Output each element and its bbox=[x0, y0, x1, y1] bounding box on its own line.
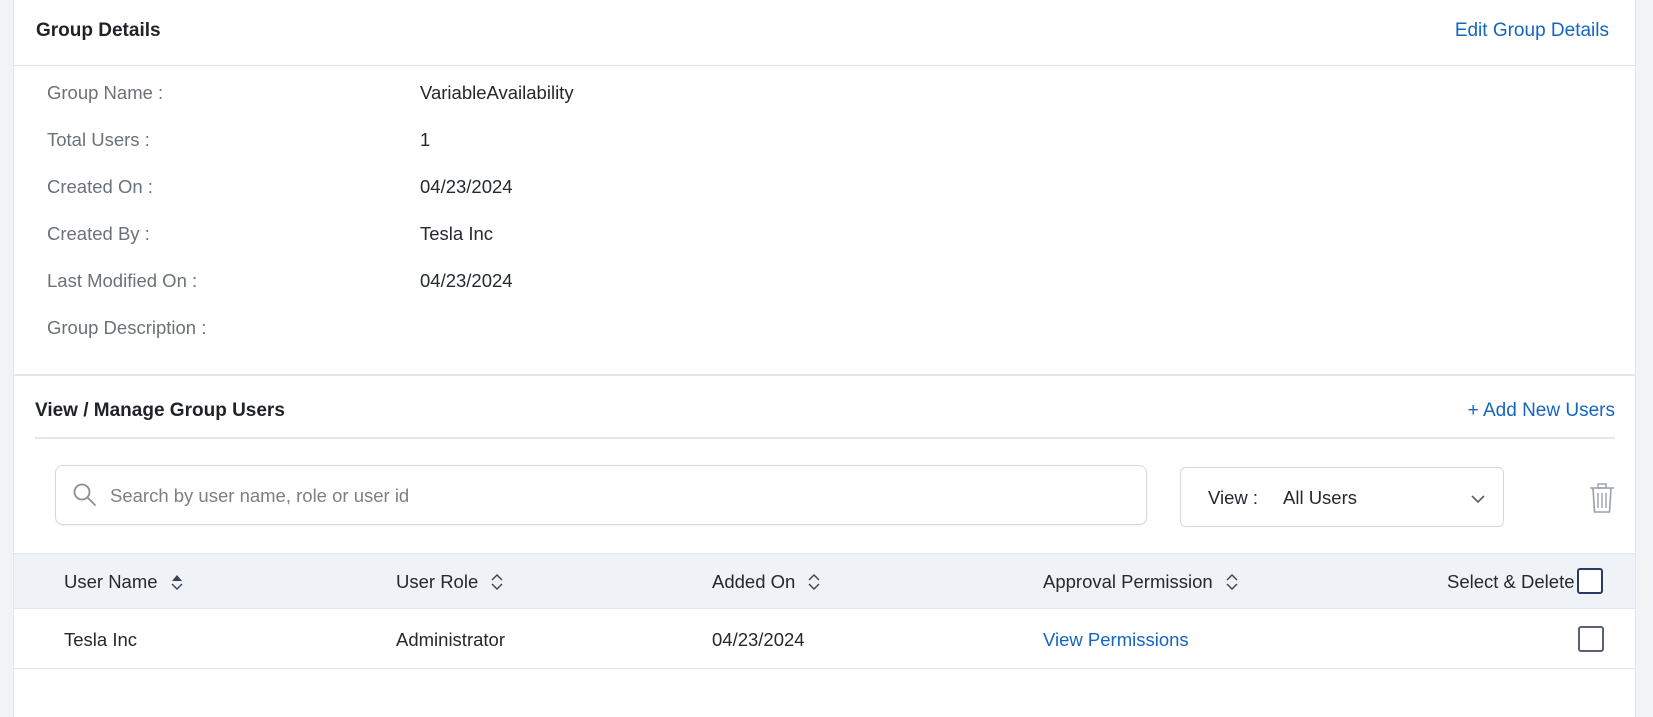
table-row: Tesla Inc Administrator 04/23/2024 View … bbox=[14, 609, 1635, 669]
group-details-list: Group Name : VariableAvailability Total … bbox=[14, 66, 1635, 376]
detail-row-last-modified-on: Last Modified On : 04/23/2024 bbox=[14, 270, 1635, 300]
manage-users-header: View / Manage Group Users + Add New User… bbox=[35, 377, 1615, 439]
detail-value: 1 bbox=[420, 129, 431, 150]
column-header-label: User Role bbox=[396, 571, 479, 592]
column-header-user-role[interactable]: User Role bbox=[396, 571, 504, 593]
detail-row-total-users: Total Users : 1 bbox=[14, 129, 1635, 159]
view-filter-select[interactable]: View : All Users bbox=[1180, 467, 1504, 527]
select-all-checkbox[interactable] bbox=[1577, 568, 1603, 594]
chevron-down-icon bbox=[1471, 495, 1485, 504]
detail-row-created-on: Created On : 04/23/2024 bbox=[14, 176, 1635, 206]
table-header-row: User Name User Role Added On Approval Pe… bbox=[14, 553, 1635, 609]
group-details-panel: Group Details Edit Group Details Group N… bbox=[13, 0, 1636, 717]
cell-user-role: Administrator bbox=[396, 629, 505, 650]
trash-icon[interactable] bbox=[1588, 482, 1616, 514]
detail-row-group-description: Group Description : bbox=[14, 317, 1635, 347]
detail-row-group-name: Group Name : VariableAvailability bbox=[14, 82, 1635, 112]
group-details-title: Group Details bbox=[36, 20, 161, 41]
detail-value: 04/23/2024 bbox=[420, 270, 513, 291]
column-header-label: Added On bbox=[712, 571, 796, 592]
detail-row-created-by: Created By : Tesla Inc bbox=[14, 223, 1635, 253]
detail-value: 04/23/2024 bbox=[420, 176, 513, 197]
detail-label: Created On : bbox=[47, 176, 153, 197]
detail-value: Tesla Inc bbox=[420, 223, 494, 244]
sort-icon[interactable] bbox=[490, 573, 504, 591]
column-header-user-name[interactable]: User Name bbox=[64, 571, 184, 593]
column-header-added-on[interactable]: Added On bbox=[712, 571, 821, 593]
column-header-label: Select & Delete bbox=[1447, 571, 1575, 592]
search-icon bbox=[73, 483, 96, 506]
group-details-header: Group Details Edit Group Details bbox=[14, 0, 1635, 66]
detail-label: Group Name : bbox=[47, 82, 164, 103]
column-header-label: Approval Permission bbox=[1043, 571, 1213, 592]
view-filter-value: All Users bbox=[1283, 487, 1358, 508]
column-header-approval-permission[interactable]: Approval Permission bbox=[1043, 571, 1239, 593]
detail-value: VariableAvailability bbox=[420, 82, 574, 103]
sort-icon[interactable] bbox=[170, 573, 184, 591]
detail-label: Total Users : bbox=[47, 129, 150, 150]
detail-label: Last Modified On : bbox=[47, 270, 198, 291]
cell-added-on: 04/23/2024 bbox=[712, 629, 805, 650]
sort-icon[interactable] bbox=[1225, 573, 1239, 591]
search-box[interactable] bbox=[55, 465, 1147, 525]
add-new-users-button[interactable]: + Add New Users bbox=[1468, 400, 1615, 422]
manage-users-title: View / Manage Group Users bbox=[35, 400, 285, 421]
view-filter-label: View : bbox=[1208, 487, 1259, 508]
cell-user-name: Tesla Inc bbox=[64, 629, 138, 650]
column-header-select-delete: Select & Delete bbox=[1447, 571, 1575, 593]
view-permissions-link[interactable]: View Permissions bbox=[1043, 629, 1189, 651]
edit-group-details-link[interactable]: Edit Group Details bbox=[1455, 20, 1609, 42]
sort-icon[interactable] bbox=[807, 573, 821, 591]
column-header-label: User Name bbox=[64, 571, 158, 592]
search-input[interactable] bbox=[110, 480, 1120, 512]
detail-label: Group Description : bbox=[47, 317, 207, 338]
detail-label: Created By : bbox=[47, 223, 150, 244]
row-select-checkbox[interactable] bbox=[1578, 626, 1604, 652]
